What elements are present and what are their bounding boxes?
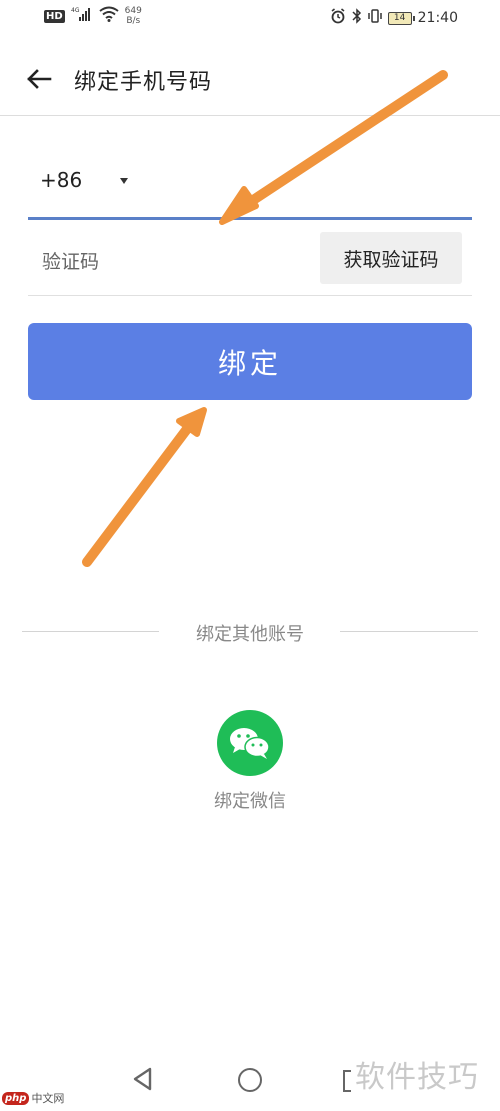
php-logo: php xyxy=(2,1091,30,1105)
page-title: 绑定手机号码 xyxy=(74,70,213,95)
divider-left xyxy=(22,631,159,632)
nav-back-icon[interactable] xyxy=(130,1066,156,1092)
phone-number-field[interactable]: +86 xyxy=(28,150,472,220)
battery-icon: 14 xyxy=(387,11,415,25)
wechat-icon xyxy=(230,728,270,759)
hd-badge: HD xyxy=(44,10,65,23)
net-speed-unit: B/s xyxy=(126,16,141,26)
bluetooth-icon xyxy=(352,8,362,28)
back-button[interactable] xyxy=(22,62,56,96)
signal-type: 4G xyxy=(71,7,80,14)
get-code-button[interactable]: 获取验证码 xyxy=(320,232,462,284)
bind-button[interactable]: 绑定 xyxy=(28,323,472,400)
nav-home-icon[interactable] xyxy=(238,1068,262,1092)
alarm-icon xyxy=(330,8,346,28)
wifi-icon xyxy=(99,6,119,26)
divider-right xyxy=(340,631,478,632)
verification-code-input[interactable]: 验证码 xyxy=(42,247,99,274)
other-accounts-label: 绑定其他账号 xyxy=(196,624,304,645)
clock: 21:40 xyxy=(417,10,458,26)
signal-icon: 4G xyxy=(71,6,93,26)
wechat-bind-button[interactable] xyxy=(217,710,283,776)
verification-code-row: 验证码 获取验证码 xyxy=(28,220,472,296)
php-watermark: php 中文网 xyxy=(2,1090,64,1106)
wechat-bind-label[interactable]: 绑定微信 xyxy=(170,787,330,813)
net-speed-value: 649 xyxy=(124,6,142,16)
app-header: 绑定手机号码 xyxy=(0,40,500,116)
site-watermark: 软件技巧 xyxy=(355,1060,479,1095)
status-right: 14 21:40 xyxy=(330,8,458,28)
status-left: HD 4G 649 B/s xyxy=(44,6,142,26)
nav-recent-icon[interactable] xyxy=(343,1070,351,1092)
arrow-left-icon xyxy=(27,69,52,89)
caret-down-icon[interactable] xyxy=(120,178,128,184)
php-watermark-text: 中文网 xyxy=(31,1092,65,1105)
arrow-annotation-bottom xyxy=(82,407,207,567)
country-code-select[interactable]: +86 xyxy=(40,168,82,192)
net-speed: 649 B/s xyxy=(125,6,142,26)
vibrate-icon xyxy=(367,8,382,28)
status-bar: HD 4G 649 B/s 14 21:40 xyxy=(0,0,500,34)
